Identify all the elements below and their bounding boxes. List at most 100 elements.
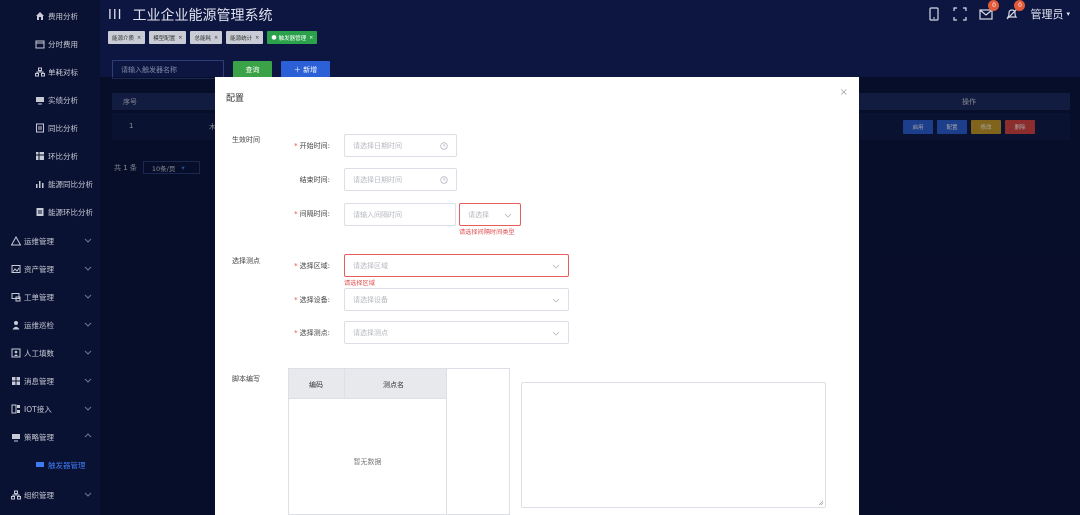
tag-model-config[interactable]: 模型配置 × [149,31,187,44]
chevron-down-icon [504,213,512,218]
interval-input[interactable]: 请输入间隔时间 [344,203,456,226]
user-menu[interactable]: 管理员 ▾ [1030,6,1070,22]
sidebar-item-inspection[interactable]: 运维巡检 [0,311,100,339]
org-icon [34,67,45,78]
sidebar-item-benchmark[interactable]: 单耗对标 [0,58,100,86]
tag-label: 能源统计 [230,35,253,42]
chevron-down-icon [552,264,560,269]
fullscreen-icon[interactable] [952,6,968,22]
app-title: III 工业企业能源管理系统 [108,5,273,25]
area-select[interactable]: 请选择区域 [344,254,569,277]
org-icon [10,490,21,501]
close-icon[interactable]: × [178,35,182,41]
sidebar-item-label: 工单管理 [24,292,54,302]
tags-bar: 能源介质 × 模型配置 × 总能耗 × 能源统计 × ● 触发器管理 × [108,31,318,45]
monitor-icon [34,460,45,471]
caret-down-icon: ▾ [1066,10,1070,18]
user-icon [10,320,21,331]
chevron-down-icon [84,266,92,271]
sidebar-item-label: 费用分析 [48,11,78,21]
menu-toggle-icon[interactable]: III [108,8,123,23]
clock-icon [440,176,448,184]
tag-label: 模型配置 [153,35,176,42]
script-textarea[interactable] [521,382,826,508]
points-code-table: 编码 测点名 暂无数据 [288,368,510,515]
clock-icon [440,142,448,150]
image-icon [10,264,21,275]
interval-type-select[interactable]: 请选择 [459,203,521,226]
chevron-down-icon [552,298,560,303]
tag-total-energy[interactable]: 总能耗 × [190,31,223,44]
chevron-down-icon [84,350,92,355]
tag-energy-stats[interactable]: 能源统计 × [226,31,264,44]
interval-type-placeholder: 请选择 [468,210,489,219]
mail-icon[interactable]: 0 [978,0,1000,22]
sidebar-item-workorders[interactable]: 工单管理 [0,283,100,311]
device-select[interactable]: 请选择设备 [344,288,569,311]
sidebar-item-label: 运维管理 [24,236,54,246]
point-select[interactable]: 请选择测点 [344,321,569,344]
section-select-points: 选择测点 [232,257,260,265]
sidebar-item-messages[interactable]: 消息管理 [0,367,100,395]
column-divider [446,369,447,515]
point-label: * 选择测点: [294,329,330,337]
chevron-down-icon [84,406,92,411]
sidebar-item-label: 实绩分析 [48,95,78,105]
close-icon[interactable]: × [309,35,313,41]
close-icon[interactable]: × [840,87,848,98]
tag-label: 总能耗 [194,35,211,42]
sidebar-item-actual[interactable]: 实绩分析 [0,86,100,114]
bar-chart-icon [34,179,45,190]
sidebar-item-manual-entry[interactable]: 人工填数 [0,339,100,367]
sidebar-item-label: 单耗对标 [48,67,78,77]
close-icon[interactable]: × [255,35,259,41]
interval-placeholder: 请输入间隔时间 [353,210,402,219]
sidebar-item-org[interactable]: 组织管理 [0,481,100,509]
tablet-icon[interactable] [926,6,942,22]
close-icon[interactable]: × [137,35,141,41]
monitor-icon [34,95,45,106]
sidebar-item-assets[interactable]: 资产管理 [0,255,100,283]
column-header-code: 编码 [309,381,323,389]
sidebar-item-energy-yoy[interactable]: 能源同比分析 [0,170,100,198]
sidebar-item-label: 运维巡检 [24,320,54,330]
resize-handle-icon[interactable] [818,500,824,506]
area-label: * 选择区域: [294,262,330,270]
tag-trigger-manage[interactable]: ● 触发器管理 × [267,31,318,44]
end-time-input[interactable]: 请选择日期时间 [344,168,457,191]
sidebar-item-trigger[interactable]: 触发器管理 [0,451,100,479]
sidebar-item-mom[interactable]: 环比分析 [0,142,100,170]
mail-badge: 0 [988,0,1000,11]
bell-badge: 0 [1014,0,1026,11]
sidebar-item-yoy[interactable]: 同比分析 [0,114,100,142]
area-error: 请选择区域 [344,280,375,287]
sidebar-item-energy-mom[interactable]: 能源环比分析 [0,198,100,226]
dialog-title: 配置 [226,94,245,104]
sidebar-item-label: 触发器管理 [48,460,86,470]
sidebar-item-label: 组织管理 [24,490,54,500]
start-time-label: * 开始时间: [294,142,330,150]
empty-text: 暂无数据 [353,458,382,466]
start-time-placeholder: 请选择日期时间 [353,141,402,150]
chevron-down-icon [84,492,92,497]
iot-icon [10,404,21,415]
sidebar-item-strategy[interactable]: 策略管理 [0,423,100,451]
section-effective-time: 生效时间 [232,136,260,144]
sidebar-item-iot[interactable]: IOT接入 [0,395,100,423]
sidebar: 费用分析 分时费用 单耗对标 实绩分析 同比分析 环比分析 能源同比分析 能源环… [0,0,100,515]
sidebar-item-ops[interactable]: 运维管理 [0,227,100,255]
sidebar-item-tou-cost[interactable]: 分时费用 [0,30,100,58]
chevron-down-icon [84,322,92,327]
column-header-point-name: 测点名 [383,381,404,389]
bell-off-icon[interactable]: 0 [1004,0,1026,22]
start-time-input[interactable]: 请选择日期时间 [344,134,457,157]
screen-icon [10,292,21,303]
interval-type-error: 请选择间隔时间类型 [459,229,515,236]
close-icon[interactable]: × [214,35,218,41]
sidebar-item-cost-analysis[interactable]: 费用分析 [0,2,100,30]
tag-energy-medium[interactable]: 能源介质 × [108,31,146,44]
sidebar-item-label: 分时费用 [48,39,78,49]
sidebar-item-label: 消息管理 [24,376,54,386]
chevron-down-icon [84,294,92,299]
chevron-down-icon [84,378,92,383]
